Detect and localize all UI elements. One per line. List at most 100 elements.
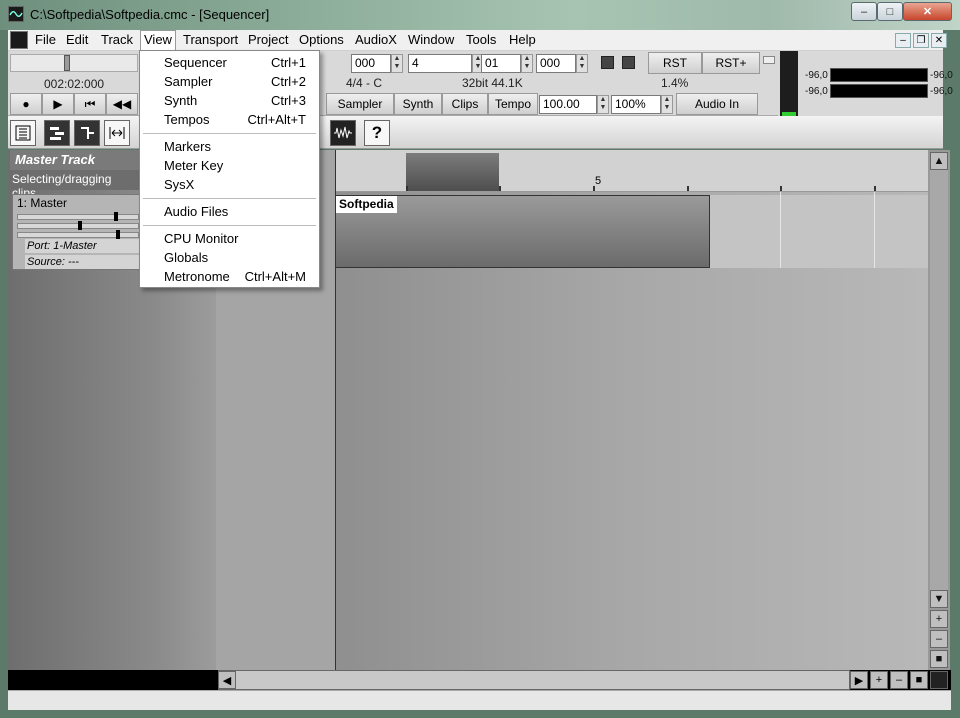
loop-toggle[interactable] [601,56,614,69]
menu-separator [143,198,316,199]
meter-left-in: -96,0 [805,70,828,81]
menu-options[interactable]: Options [296,32,347,47]
play-button[interactable]: ▶ [42,93,74,115]
synth-button[interactable]: Synth [394,93,442,115]
frac-spinner[interactable]: ▲ ▼ [576,54,588,73]
menu-item-sysx[interactable]: SysX [164,177,194,192]
audio-in-button[interactable]: Audio In [676,93,758,115]
menu-item-cpu-monitor[interactable]: CPU Monitor [164,231,238,246]
meter-key-display: 4/4 - C [346,76,383,90]
menu-item-audio-files[interactable]: Audio Files [164,204,228,219]
zoom-out-horizontal-icon[interactable]: – [890,671,908,689]
rst-button[interactable]: RST [648,52,702,74]
mdi-close-button[interactable]: ✕ [931,33,947,48]
scroll-up-icon[interactable]: ▲ [930,152,948,170]
track-list-icon[interactable] [10,120,36,146]
zoom-in-horizontal-icon[interactable]: + [870,671,888,689]
menu-edit[interactable]: Edit [63,32,91,47]
corner-icon [930,671,948,689]
split-icon[interactable] [74,120,100,146]
menu-item-tempos[interactable]: Tempos [164,112,210,127]
menu-separator [143,225,316,226]
vertical-scroll-track[interactable] [930,170,948,590]
zoom-in-vertical-icon[interactable]: + [930,610,948,628]
frac-field[interactable]: 000 [536,54,576,73]
position-slider-thumb[interactable] [64,55,70,71]
menu-track[interactable]: Track [98,32,136,47]
punch-toggle[interactable] [622,56,635,69]
menu-item-meter-key[interactable]: Meter Key [164,158,223,173]
clips-button[interactable]: Clips [442,93,488,115]
tempo-button[interactable]: Tempo [488,93,538,115]
rst-plus-button[interactable]: RST+ [702,52,760,74]
rewind-button[interactable]: ◀◀ [106,93,138,115]
menu-item-sampler[interactable]: Sampler [164,74,212,89]
waveform-icon[interactable] [330,120,356,146]
scroll-down-icon[interactable]: ▼ [930,590,948,608]
horizontal-scrollbar[interactable] [218,670,850,690]
panel-handle[interactable] [763,56,775,64]
minimize-button[interactable]: – [851,2,877,21]
scroll-right-icon[interactable]: ▶ [850,671,868,689]
track-row-master[interactable]: 1: Master Port: 1-Master Source: --- [12,194,140,270]
menu-file[interactable]: File [32,32,59,47]
position-slider-track[interactable] [10,54,138,72]
app-icon[interactable] [8,6,24,22]
meter-right-out: -96,0 [930,86,953,97]
volume-slider-thumb[interactable] [114,212,118,221]
level-meters: -96,0 -96,0 -96,0 -96,0 [778,51,953,116]
track-lane[interactable] [710,195,928,268]
arrange-icon[interactable] [44,120,70,146]
menu-tools[interactable]: Tools [463,32,499,47]
menu-item-globals[interactable]: Globals [164,250,208,265]
maximize-button[interactable]: □ [877,2,903,21]
sub-spinner[interactable]: ▲ ▼ [521,54,533,73]
mode-hint: Selecting/dragging clips [10,170,140,200]
stretch-icon[interactable] [104,120,130,146]
vertical-scrollbar[interactable]: ▲ ▼ + – ■ [928,150,950,670]
loop-region[interactable] [406,153,499,191]
ticks-field[interactable]: 000 [351,54,391,73]
pan-slider-thumb[interactable] [78,221,82,230]
shortcut-sequencer: Ctrl+1 [270,55,306,70]
menu-bar: File Edit Track View Transport Project O… [8,30,947,52]
menu-window[interactable]: Window [405,32,457,47]
ruler-tick [874,186,876,191]
go-to-start-button[interactable]: ⏮ [74,93,106,115]
volume-slider[interactable] [17,214,139,220]
mdi-minimize-button[interactable]: – [895,33,911,48]
close-button[interactable]: ✕ [903,2,952,21]
mdi-restore-button[interactable]: ❐ [913,33,929,48]
menu-audiox[interactable]: AudioX [352,32,400,47]
scroll-left-icon[interactable]: ◀ [218,671,236,689]
menu-item-synth[interactable]: Synth [164,93,197,108]
zoom-spinner[interactable]: ▲ ▼ [661,95,673,114]
send-slider-thumb[interactable] [116,230,120,239]
menu-item-metronome[interactable]: Metronome [164,269,230,284]
ticks-spinner[interactable]: ▲ ▼ [391,54,403,73]
sub-field[interactable]: 01 [481,54,521,73]
menu-help[interactable]: Help [506,32,539,47]
help-icon[interactable]: ? [364,120,390,146]
source-selector[interactable]: Source: --- [25,255,139,269]
record-button[interactable]: ● [10,93,42,115]
document-icon[interactable] [10,31,28,49]
tempo-spinner[interactable]: ▲ ▼ [597,95,609,114]
tempo-field[interactable]: 100.00 [539,95,597,114]
clip-label[interactable]: Softpedia [336,196,397,213]
zoom-reset-horizontal-icon[interactable]: ■ [910,671,928,689]
track-name[interactable]: 1: Master [17,196,67,210]
beat-field[interactable]: 4 [408,54,472,73]
menu-item-markers[interactable]: Markers [164,139,211,154]
menu-view[interactable]: View [140,30,176,52]
port-selector[interactable]: Port: 1-Master [25,239,139,253]
menu-item-sequencer[interactable]: Sequencer [164,55,227,70]
zoom-out-vertical-icon[interactable]: – [930,630,948,648]
shortcut-synth: Ctrl+3 [270,93,306,108]
send-slider[interactable] [17,232,139,238]
zoom-reset-vertical-icon[interactable]: ■ [930,650,948,668]
menu-project[interactable]: Project [245,32,291,47]
zoom-field[interactable]: 100% [611,95,661,114]
sampler-button[interactable]: Sampler [326,93,394,115]
menu-transport[interactable]: Transport [180,32,241,47]
